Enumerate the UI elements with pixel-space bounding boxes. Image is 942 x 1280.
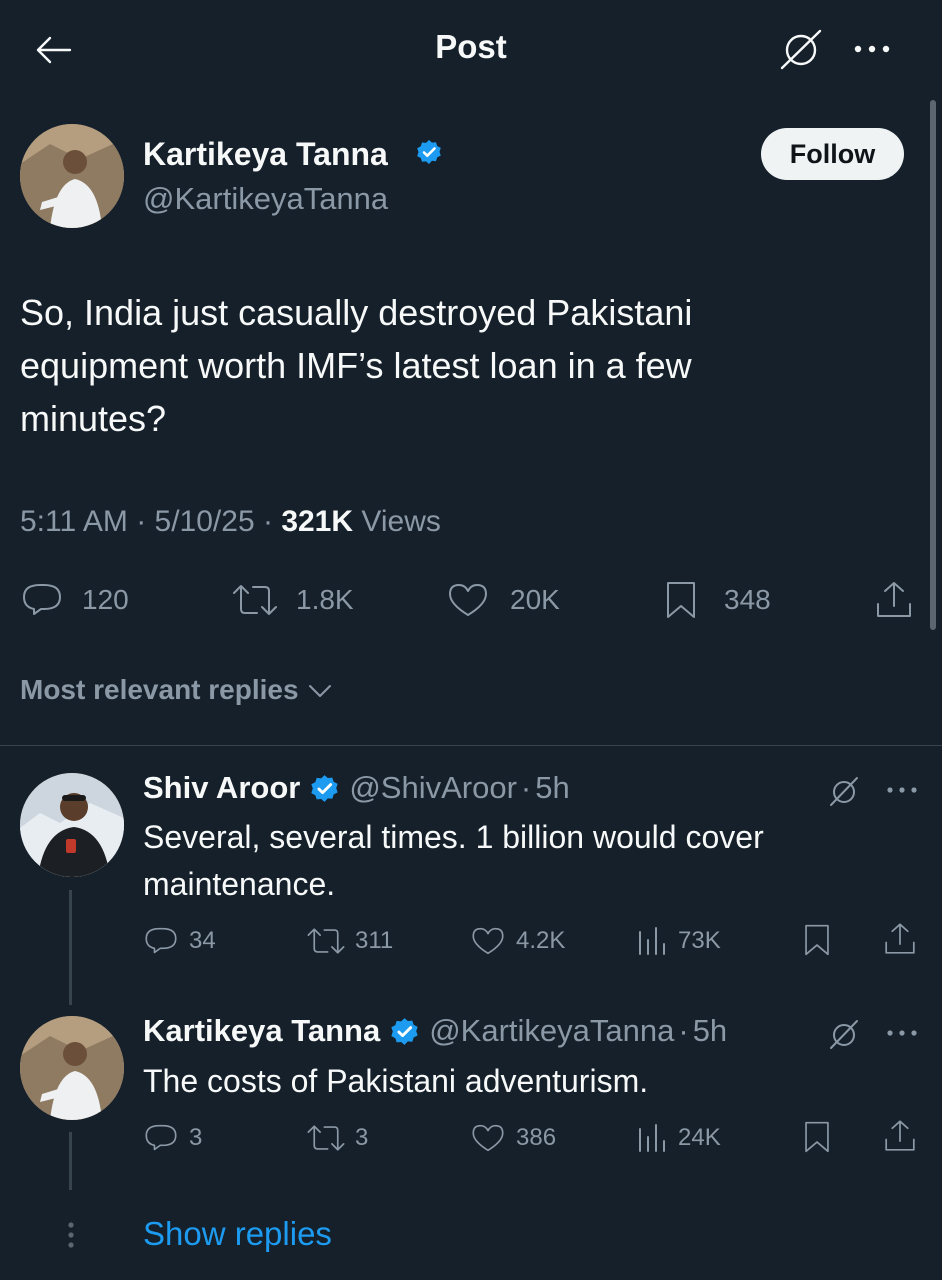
thread-line bbox=[69, 1132, 72, 1190]
grok-icon bbox=[780, 29, 822, 70]
repost-count: 311 bbox=[355, 927, 394, 954]
like-button[interactable]: 4.2K bbox=[470, 924, 565, 958]
share-button[interactable] bbox=[872, 578, 916, 622]
reply-icon bbox=[23, 584, 61, 615]
sort-label: Most relevant replies bbox=[20, 674, 299, 705]
bookmark-icon bbox=[805, 924, 829, 956]
more-icon bbox=[887, 1030, 917, 1036]
bookmark-button[interactable] bbox=[801, 1119, 833, 1155]
post-metadata: 5:11 AM · 5/10/25 · 321K Views bbox=[20, 505, 441, 539]
author-name[interactable]: Kartikeya Tanna bbox=[143, 136, 388, 173]
post-date: 5/10/25 bbox=[154, 505, 255, 538]
separator: · bbox=[136, 505, 147, 538]
reply-header: Kartikeya Tanna @KartikeyaTanna · 5h bbox=[143, 1013, 727, 1049]
avatar[interactable] bbox=[20, 1016, 124, 1120]
repost-count: 1.8K bbox=[296, 584, 354, 615]
grok-icon bbox=[830, 1020, 858, 1049]
analytics-icon bbox=[639, 1124, 665, 1152]
bookmark-button[interactable]: 348 bbox=[662, 580, 771, 620]
like-count: 4.2K bbox=[516, 927, 566, 954]
reply-header: Shiv Aroor @ShivAroor · 5h bbox=[143, 770, 570, 806]
separator: · bbox=[678, 1013, 689, 1048]
repost-icon bbox=[233, 585, 277, 615]
more-options-button[interactable] bbox=[882, 1023, 922, 1043]
views-button[interactable]: 73K bbox=[636, 924, 721, 958]
like-count: 386 bbox=[516, 1124, 557, 1151]
reply-text: Several, several times. 1 billion would … bbox=[143, 819, 764, 902]
like-count: 20K bbox=[510, 584, 560, 615]
author-name[interactable]: Kartikeya Tanna bbox=[143, 1013, 380, 1049]
reply-count: 120 bbox=[82, 584, 129, 615]
more-icon bbox=[887, 787, 917, 793]
avatar[interactable] bbox=[20, 124, 124, 228]
repost-count: 3 bbox=[355, 1124, 369, 1151]
bookmark-icon bbox=[667, 582, 695, 618]
separator: · bbox=[520, 770, 532, 805]
reply-age: 5h bbox=[692, 1013, 728, 1048]
views-button[interactable]: 24K bbox=[636, 1121, 721, 1155]
grok-button[interactable] bbox=[826, 1017, 862, 1051]
views-count: 73K bbox=[678, 927, 721, 954]
avatar[interactable] bbox=[20, 773, 124, 877]
views-label: Views bbox=[361, 505, 441, 538]
author-handle[interactable]: @KartikeyaTanna bbox=[143, 181, 388, 217]
reply-text: The costs of Pakistani adventurism. bbox=[143, 1063, 649, 1099]
follow-button[interactable]: Follow bbox=[761, 128, 904, 180]
reply-icon bbox=[145, 927, 177, 954]
post-time: 5:11 AM bbox=[20, 505, 128, 538]
more-icon bbox=[854, 45, 890, 53]
bookmark-icon bbox=[805, 1121, 829, 1153]
grok-button[interactable] bbox=[826, 774, 862, 808]
heart-icon bbox=[472, 1124, 504, 1152]
bookmark-count: 348 bbox=[724, 584, 771, 615]
share-button[interactable] bbox=[881, 1117, 919, 1155]
heart-icon bbox=[472, 927, 504, 955]
author-handle[interactable]: @ShivAroor bbox=[349, 770, 517, 806]
like-button[interactable]: 20K bbox=[446, 580, 560, 620]
reply-icon bbox=[145, 1124, 177, 1151]
scrollbar[interactable] bbox=[930, 100, 936, 630]
share-icon bbox=[877, 582, 911, 617]
post-text: So, India just casually destroyed Pakist… bbox=[20, 292, 693, 439]
reply-age: 5h bbox=[535, 770, 570, 805]
verified-badge bbox=[416, 139, 442, 165]
vertical-dots-icon bbox=[64, 1220, 78, 1250]
views-count: 24K bbox=[678, 1124, 721, 1151]
show-replies-link[interactable]: Show replies bbox=[143, 1215, 332, 1253]
reply-count: 3 bbox=[189, 1124, 203, 1151]
divider bbox=[0, 745, 942, 746]
grok-button[interactable] bbox=[776, 26, 826, 72]
author-handle[interactable]: @KartikeyaTanna bbox=[429, 1013, 674, 1049]
repost-button[interactable]: 311 bbox=[305, 924, 393, 958]
analytics-icon bbox=[639, 927, 665, 955]
thread-line bbox=[69, 890, 72, 1005]
separator: · bbox=[262, 505, 273, 538]
reply-button[interactable]: 120 bbox=[20, 580, 129, 620]
like-button[interactable]: 386 bbox=[470, 1121, 556, 1155]
repost-button[interactable]: 3 bbox=[305, 1121, 368, 1155]
reply-count: 34 bbox=[189, 927, 216, 954]
sort-replies-dropdown[interactable]: Most relevant replies bbox=[20, 674, 333, 706]
share-button[interactable] bbox=[881, 920, 919, 958]
verified-badge-icon bbox=[417, 140, 441, 164]
share-icon bbox=[885, 923, 915, 954]
bookmark-button[interactable] bbox=[801, 922, 833, 958]
author-name[interactable]: Shiv Aroor bbox=[143, 770, 300, 806]
more-options-button[interactable] bbox=[848, 34, 896, 64]
verified-badge-icon bbox=[311, 774, 338, 802]
more-options-button[interactable] bbox=[882, 780, 922, 800]
share-icon bbox=[885, 1120, 915, 1151]
verified-badge-icon bbox=[391, 1017, 418, 1045]
repost-icon bbox=[307, 928, 345, 954]
reply-button[interactable]: 3 bbox=[143, 1121, 202, 1155]
chevron-down-icon bbox=[308, 685, 331, 697]
repost-button[interactable]: 1.8K bbox=[230, 580, 354, 620]
heart-icon bbox=[449, 584, 487, 616]
grok-icon bbox=[830, 777, 858, 806]
repost-icon bbox=[307, 1125, 345, 1151]
views-count: 321K bbox=[281, 505, 354, 538]
reply-button[interactable]: 34 bbox=[143, 924, 216, 958]
